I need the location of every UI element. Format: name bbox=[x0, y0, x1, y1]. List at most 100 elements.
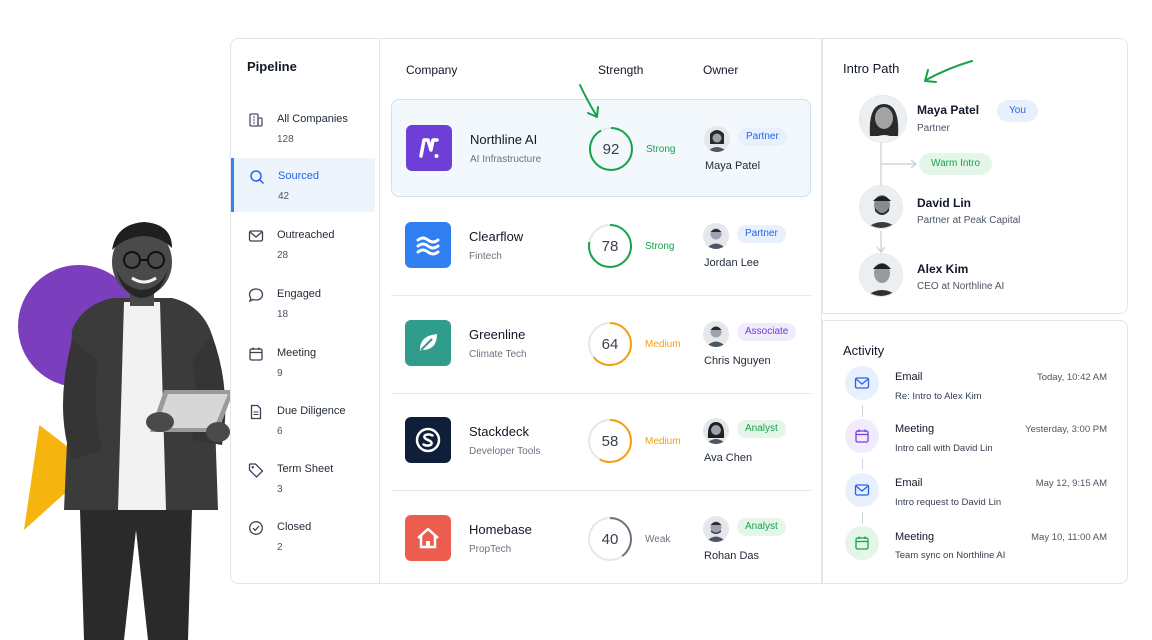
activity-type: Meeting bbox=[895, 531, 935, 543]
avatar[interactable] bbox=[703, 321, 729, 347]
warm-intro-badge: Warm Intro bbox=[919, 153, 993, 175]
mail-icon bbox=[845, 473, 879, 507]
activity-panel: Activity Email Re: Intro to Alex Kim Tod… bbox=[822, 320, 1128, 584]
strength-score-value: 78 bbox=[601, 237, 619, 255]
activity-type: Email bbox=[895, 477, 923, 489]
activity-time: May 10, 11:00 AM bbox=[1031, 532, 1107, 543]
avatar[interactable] bbox=[704, 126, 730, 152]
sidebar-item-label: Engaged bbox=[277, 288, 322, 300]
company-name[interactable]: Stackdeck bbox=[469, 424, 529, 439]
strength-score-value: 92 bbox=[602, 140, 620, 158]
intro-node-subtitle: CEO at Northline AI bbox=[917, 281, 1005, 292]
role-badge: Partner bbox=[738, 128, 787, 146]
table-row[interactable]: Stackdeck Developer Tools 58 Medium Anal… bbox=[391, 392, 811, 490]
stackdeck-logo bbox=[405, 417, 451, 463]
timeline-connector bbox=[862, 405, 863, 417]
company-sector: Fintech bbox=[469, 251, 502, 262]
column-header-owner[interactable]: Owner bbox=[703, 63, 738, 77]
activity-description: Re: Intro to Alex Kim bbox=[895, 391, 982, 402]
column-header-company[interactable]: Company bbox=[406, 63, 457, 77]
sidebar-item-label: Closed bbox=[277, 521, 312, 533]
sidebar-item-count: 28 bbox=[277, 250, 289, 261]
homebase-logo bbox=[405, 515, 451, 561]
calendar-icon bbox=[845, 419, 879, 453]
activity-time: Yesterday, 3:00 PM bbox=[1025, 424, 1107, 435]
company-sector: Developer Tools bbox=[469, 446, 541, 457]
table-row[interactable]: Northline AI AI Infrastructure 92 Strong… bbox=[391, 99, 811, 197]
avatar[interactable] bbox=[859, 185, 903, 229]
table-row[interactable]: Clearflow Fintech 78 Strong Partner Jord… bbox=[391, 197, 811, 295]
role-badge: Associate bbox=[737, 323, 797, 341]
sidebar-item-count: 42 bbox=[278, 191, 290, 202]
strength-label: Medium bbox=[645, 339, 681, 350]
mail-icon bbox=[845, 366, 879, 400]
intro-node-subtitle: Partner at Peak Capital bbox=[917, 215, 1021, 226]
sidebar-item-label: Due Diligence bbox=[277, 405, 346, 417]
greenline-logo bbox=[405, 320, 451, 366]
strength-score-value: 58 bbox=[601, 432, 619, 450]
role-badge: Partner bbox=[737, 225, 786, 243]
avatar[interactable] bbox=[859, 253, 903, 297]
search-icon bbox=[250, 170, 265, 185]
timeline-connector bbox=[862, 512, 863, 524]
table-row[interactable]: Greenline Climate Tech 64 Medium Associa… bbox=[391, 295, 811, 393]
sidebar-item-closed[interactable]: Closed 2 bbox=[231, 509, 375, 563]
sidebar-item-label: Meeting bbox=[277, 347, 317, 359]
strength-label: Weak bbox=[645, 534, 671, 545]
sidebar-item-outreached[interactable]: Outreached 28 bbox=[231, 217, 375, 271]
calendar-icon bbox=[845, 526, 879, 560]
company-name[interactable]: Homebase bbox=[469, 522, 532, 537]
clearflow-logo bbox=[405, 222, 451, 268]
company-name[interactable]: Greenline bbox=[469, 327, 525, 342]
activity-description: Intro call with David Lin bbox=[895, 443, 993, 454]
column-header-strength[interactable]: Strength bbox=[598, 63, 643, 77]
house-logo-icon bbox=[417, 527, 439, 549]
sidebar-item-count: 2 bbox=[277, 542, 283, 553]
avatar[interactable] bbox=[859, 95, 907, 143]
sidebar-item-engaged[interactable]: Engaged 18 bbox=[231, 276, 375, 330]
sidebar-item-sourced[interactable]: Sourced 42 bbox=[231, 158, 375, 212]
company-name[interactable]: Northline AI bbox=[470, 132, 537, 147]
avatar[interactable] bbox=[703, 418, 729, 444]
person-holding-tablet-image bbox=[63, 222, 234, 640]
n-logo-icon bbox=[419, 138, 439, 158]
activity-type: Email bbox=[895, 371, 923, 383]
intro-node-name: Alex Kim bbox=[917, 262, 969, 276]
wave-logo-icon bbox=[416, 236, 440, 256]
activity-time: May 12, 9:15 AM bbox=[1035, 478, 1107, 489]
timeline-connector bbox=[862, 458, 863, 470]
you-badge: You bbox=[997, 100, 1038, 122]
owner-name: Maya Patel bbox=[705, 160, 761, 172]
sidebar-item-term-sheet[interactable]: Term Sheet 3 bbox=[231, 451, 375, 505]
activity-description: Team sync on Northline AI bbox=[895, 550, 1006, 561]
owner-name: Chris Nguyen bbox=[704, 355, 771, 367]
sidebar-item-count: 18 bbox=[277, 309, 289, 320]
activity-description: Intro request to David Lin bbox=[895, 497, 1002, 508]
sidebar-item-due-diligence[interactable]: Due Diligence 6 bbox=[231, 393, 375, 447]
sidebar-item-label: Term Sheet bbox=[277, 463, 334, 475]
s-logo-icon bbox=[415, 427, 441, 453]
owner-name: Jordan Lee bbox=[704, 257, 760, 269]
check-circle-icon bbox=[249, 521, 263, 535]
avatar[interactable] bbox=[703, 223, 729, 249]
strength-score-value: 40 bbox=[601, 530, 619, 548]
sidebar-item-count: 9 bbox=[277, 368, 283, 379]
intro-node-name: Maya Patel bbox=[917, 103, 980, 117]
sidebar-item-count: 3 bbox=[277, 484, 283, 495]
strength-label: Strong bbox=[646, 144, 676, 155]
sidebar-item-label: All Companies bbox=[277, 113, 348, 125]
pipeline-window: Pipeline All Companies 128 Sourced 42 Ou… bbox=[230, 38, 822, 584]
sidebar-item-meeting[interactable]: Meeting 9 bbox=[231, 335, 375, 389]
mail-icon bbox=[248, 230, 264, 242]
chat-bubble-icon bbox=[248, 288, 264, 303]
table-row[interactable]: Homebase PropTech 40 Weak Analyst Rohan … bbox=[391, 490, 811, 588]
document-icon bbox=[250, 404, 262, 420]
sidebar-item-count: 6 bbox=[277, 426, 283, 437]
company-sector: PropTech bbox=[469, 544, 512, 555]
company-name[interactable]: Clearflow bbox=[469, 229, 523, 244]
sidebar-item-all-companies[interactable]: All Companies 128 bbox=[231, 101, 375, 155]
intro-node-name: David Lin bbox=[917, 196, 972, 210]
activity-time: Today, 10:42 AM bbox=[1036, 372, 1107, 383]
avatar[interactable] bbox=[703, 516, 729, 542]
sidebar-title: Pipeline bbox=[247, 59, 297, 74]
